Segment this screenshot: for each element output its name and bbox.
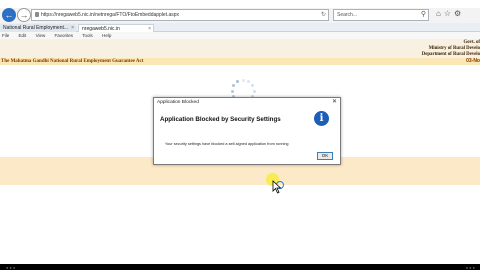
gear-icon[interactable]: ⚙	[454, 9, 464, 18]
pager-dots-right: ●●●	[465, 265, 476, 270]
address-url: https://nregaweb5.nic.in/netnrega/FTO/Ft…	[41, 12, 180, 18]
tab-nregaweb5[interactable]: nregaweb5.nic.in ×	[78, 24, 154, 32]
lock-icon	[35, 12, 39, 17]
close-icon[interactable]: ✕	[332, 98, 337, 107]
menu-tools[interactable]: Tools	[82, 32, 93, 39]
menu-file[interactable]: File	[2, 32, 9, 39]
close-tab-icon[interactable]: ×	[148, 25, 151, 32]
menu-bar: File Edit View Favorites Tools Help	[0, 32, 480, 39]
page-title: The Mahatma Gandhi National Rural Employ…	[1, 59, 144, 64]
dialog-window-title: Application Blocked	[157, 100, 199, 105]
address-bar[interactable]: https://nregaweb5.nic.in/netnrega/FTO/Ft…	[31, 9, 329, 21]
bottom-bar	[0, 264, 480, 270]
spinner-dot	[247, 79, 250, 83]
spinner-dot	[230, 89, 234, 93]
spinner-dot	[252, 89, 256, 93]
search-input[interactable]: Search... ⚲	[333, 9, 429, 21]
application-blocked-dialog: Application Blocked ✕ Application Blocke…	[153, 97, 341, 165]
dialog-message: Your security settings have blocked a se…	[165, 142, 289, 146]
menu-edit[interactable]: Edit	[19, 32, 27, 39]
spinner-dot	[231, 84, 235, 87]
dialog-heading: Application Blocked by Security Settings	[160, 116, 281, 123]
tab-nrega[interactable]: National Rural Employment... ×	[0, 24, 76, 32]
header-banner: Govt. of Ministry of Rural Develo Depart…	[0, 39, 480, 58]
favorites-star-icon[interactable]: ☆	[444, 9, 454, 18]
home-icon[interactable]: ⌂	[436, 9, 444, 18]
back-arrow-icon[interactable]: ←	[2, 8, 16, 22]
refresh-icon[interactable]: ↻	[321, 10, 326, 20]
menu-favorites[interactable]: Favorites	[55, 32, 74, 39]
tab-bar: National Rural Employment... × nregaweb5…	[0, 23, 480, 32]
date-text: 03-No	[466, 58, 480, 64]
pager-dots-left: ●●●	[6, 265, 17, 270]
spinner-dot	[251, 84, 255, 87]
ok-button[interactable]: OK	[317, 152, 333, 160]
title-bar: The Mahatma Gandhi National Rural Employ…	[0, 58, 480, 65]
search-placeholder: Search...	[337, 12, 358, 18]
menu-view[interactable]: View	[36, 32, 46, 39]
close-tab-icon[interactable]: ×	[71, 24, 74, 32]
tab-label: National Rural Employment...	[3, 25, 69, 31]
dialog-titlebar: Application Blocked ✕	[154, 98, 340, 107]
forward-arrow-icon[interactable]: →	[17, 8, 31, 22]
screen: ← → https://nregaweb5.nic.in/netnrega/FT…	[0, 0, 480, 270]
government-text: Govt. of Ministry of Rural Develo Depart…	[422, 40, 480, 58]
info-icon: i	[314, 111, 329, 126]
browser-icons: ⌂☆⚙	[436, 9, 464, 18]
search-icon[interactable]: ⚲	[421, 10, 426, 20]
menu-help[interactable]: Help	[102, 32, 111, 39]
spinner-dot	[236, 79, 239, 83]
cursor-arrow-icon	[272, 180, 282, 194]
spinner-dot	[241, 78, 245, 82]
browser-toolbar: ← → https://nregaweb5.nic.in/netnrega/FT…	[0, 8, 480, 23]
